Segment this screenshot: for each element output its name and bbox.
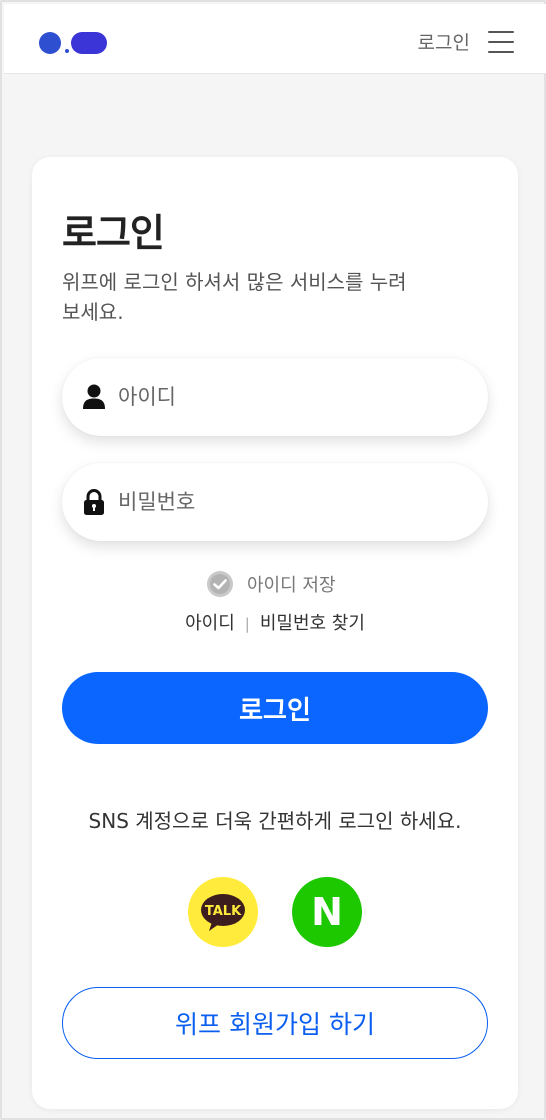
header: 로그인: [4, 4, 546, 74]
password-field-wrapper: [62, 463, 488, 541]
menu-icon[interactable]: [488, 30, 514, 54]
find-id-link[interactable]: 아이디: [185, 613, 235, 634]
page-title: 로그인: [62, 211, 165, 255]
naver-icon[interactable]: N: [292, 877, 362, 947]
find-password-link[interactable]: 비밀번호 찾기: [260, 613, 365, 634]
link-separator: |: [244, 615, 250, 633]
logo[interactable]: [38, 29, 110, 57]
password-input[interactable]: [118, 482, 458, 522]
signup-button[interactable]: 위프 회원가입 하기: [62, 987, 488, 1059]
check-circle-icon[interactable]: [206, 570, 234, 598]
login-button[interactable]: 로그인: [62, 672, 488, 744]
remember-id-label[interactable]: 아이디 저장: [247, 571, 336, 597]
naver-badge-text: N: [311, 890, 343, 934]
page-frame: 로그인 로그인 위프에 로그인 하셔서 많은 서비스를 누려보세요. 아이디 아…: [0, 0, 546, 1120]
id-field-wrapper: [62, 358, 488, 436]
id-input[interactable]: [118, 377, 458, 417]
user-icon: [83, 384, 105, 409]
kakao-badge-text: TALK: [205, 904, 242, 919]
page-subtitle: 위프에 로그인 하셔서 많은 서비스를 누려보세요.: [62, 270, 407, 324]
find-account-links: 아이디 | 비밀번호 찾기: [32, 609, 518, 635]
login-card: 로그인 위프에 로그인 하셔서 많은 서비스를 누려보세요. 아이디 아이디 저…: [32, 157, 518, 1109]
kakao-talk-icon[interactable]: TALK: [188, 877, 258, 947]
remember-id-checkbox[interactable]: 아이디 저장: [206, 570, 336, 598]
lock-icon: [84, 489, 104, 515]
sns-login-text: SNS 계정으로 더욱 간편하게 로그인 하세요.: [88, 809, 462, 833]
header-login-link[interactable]: 로그인: [418, 29, 470, 57]
